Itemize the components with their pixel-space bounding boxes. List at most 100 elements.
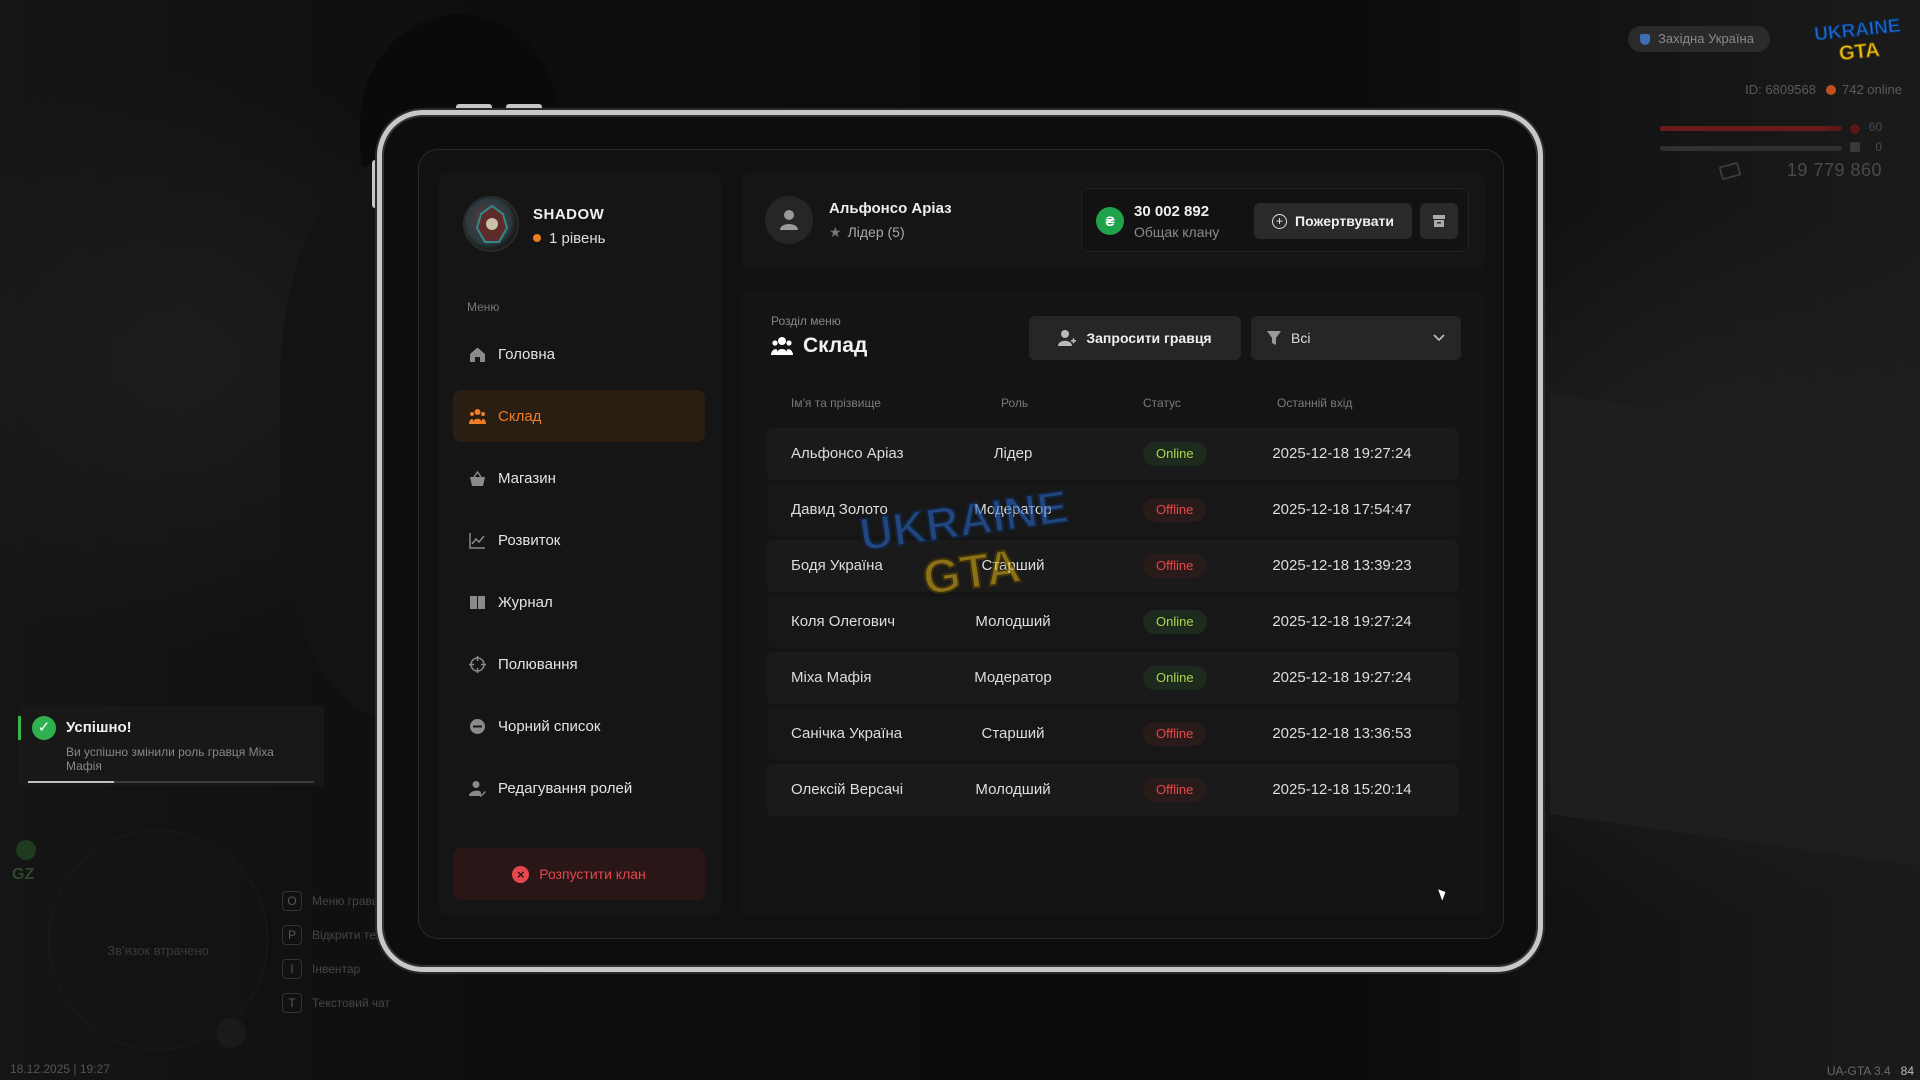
server-name: Західна Україна	[1658, 31, 1754, 46]
player-header: Альфонсо Аріаз ★ Лідер (5) ₴ 30 002 892 О…	[741, 172, 1485, 270]
version-label: UA-GTA 3.4 84	[1826, 1064, 1914, 1078]
member-name: Давид Золото	[791, 501, 888, 518]
table-row[interactable]: Альфонсо Аріаз Лідер Online 2025-12-18 19:2…	[767, 428, 1459, 480]
table-row[interactable]: Міха Мафія Модератор Online 2025-12-18 19:2…	[767, 652, 1459, 704]
member-role: Молодший	[975, 781, 1051, 798]
tablet-frame: SHADOW 1 рівень Меню Головна Склад Магазин…	[377, 110, 1543, 972]
status-badge: Online	[1143, 442, 1207, 466]
notification-title: Успішно!	[66, 719, 132, 736]
success-notification: ✓ Успішно! Ви успішно змінили роль гравц…	[18, 706, 324, 786]
clan-bank: ₴ 30 002 892 Общак клану + Пожертвувати	[1081, 188, 1469, 252]
sidebar-item-label: Головна	[498, 345, 555, 363]
plus-circle-icon: +	[1272, 213, 1288, 229]
money-amount: 19 779 860	[1786, 160, 1882, 180]
money-icon	[1718, 161, 1742, 181]
status-badge: Online	[1143, 666, 1207, 690]
table-row[interactable]: Бодя Україна Старший Offline 2025-12-18 13:…	[767, 540, 1459, 592]
member-name: Бодя Україна	[791, 557, 883, 574]
health-bar	[1660, 126, 1842, 131]
column-role: Роль	[1001, 396, 1029, 410]
table-row[interactable]: Санічка Україна Старший Offline 2025-12-18 …	[767, 708, 1459, 760]
armor-value: 0	[1875, 140, 1882, 154]
radar-status: Зв'язок втрачено	[107, 943, 209, 958]
health-value: 60	[1868, 120, 1882, 134]
member-role: Молодший	[975, 613, 1051, 630]
member-name: Альфонсо Аріаз	[791, 445, 904, 462]
level-dot-icon	[533, 234, 541, 242]
section-caption: Розділ меню	[771, 314, 841, 328]
sidebar-item-label: Розвиток	[498, 531, 561, 549]
svg-text:GTA: GTA	[1838, 39, 1881, 65]
blocked-icon	[470, 718, 485, 734]
sidebar-item-label: Чорний список	[498, 717, 601, 735]
gang-zone-icon	[16, 840, 36, 860]
sidebar-item-label: Полювання	[498, 655, 578, 673]
column-status: Статус	[1143, 396, 1181, 410]
key-badge: T	[282, 993, 302, 1013]
sidebar-item-book[interactable]: Журнал	[453, 576, 705, 628]
heart-icon	[1850, 124, 1860, 134]
hud-top-right: Західна Україна UKRAINE GTA ID: 6809568 7…	[1602, 15, 1902, 182]
sidebar: SHADOW 1 рівень Меню Головна Склад Магазин…	[439, 172, 721, 916]
archive-icon	[1433, 215, 1445, 227]
sidebar-item-label: Редагування ролей	[498, 779, 633, 797]
bank-caption: Общак клану	[1134, 224, 1220, 240]
disband-clan-button[interactable]: × Розпустити клан	[453, 848, 705, 900]
filter-icon	[1267, 331, 1281, 345]
column-last-login: Останній вхід	[1277, 396, 1353, 410]
hryvnia-icon: ₴	[1096, 207, 1124, 235]
sidebar-item-user-edit[interactable]: Редагування ролей	[453, 762, 705, 814]
members-panel: Розділ меню Склад Запросити гравця Всі І…	[741, 290, 1485, 916]
member-last-login: 2025-12-18 13:39:23	[1272, 557, 1412, 574]
table-row[interactable]: Давид Золото Модератор Offline 2025-12-18 1…	[767, 484, 1459, 536]
shortcut-hint: T Текстовий чат	[282, 986, 412, 1020]
menu-caption: Меню	[467, 300, 500, 314]
chevron-down-icon	[1433, 334, 1445, 342]
member-last-login: 2025-12-18 17:54:47	[1272, 501, 1412, 518]
sidebar-item-label: Склад	[498, 407, 542, 425]
table-row[interactable]: Коля Олегович Молодший Online 2025-12-18 19…	[767, 596, 1459, 648]
sidebar-item-members[interactable]: Склад	[453, 390, 705, 442]
sidebar-item-blocked[interactable]: Чорний список	[453, 700, 705, 752]
status-filter-select[interactable]: Всі	[1251, 316, 1461, 360]
invite-player-button[interactable]: Запросити гравця	[1029, 316, 1241, 360]
table-row[interactable]: Олексій Версачі Молодший Offline 2025-12-18…	[767, 764, 1459, 816]
check-icon: ✓	[32, 716, 56, 740]
member-role: Модератор	[974, 501, 1052, 518]
status-badge: Offline	[1143, 554, 1207, 578]
star-icon: ★	[829, 224, 842, 240]
key-badge: O	[282, 891, 302, 911]
sidebar-item-home[interactable]: Головна	[453, 328, 705, 380]
sidebar-item-chart[interactable]: Розвиток	[453, 514, 705, 566]
sidebar-item-label: Магазин	[498, 469, 556, 487]
tablet-screen: SHADOW 1 рівень Меню Головна Склад Магазин…	[418, 149, 1504, 939]
sidebar-item-basket[interactable]: Магазин	[453, 452, 705, 504]
user-plus-icon	[1058, 330, 1077, 346]
basket-icon	[470, 470, 485, 486]
member-role: Лідер	[993, 445, 1033, 462]
clan-info: SHADOW 1 рівень	[463, 196, 703, 256]
user-edit-icon	[469, 780, 486, 797]
player-id-online: ID: 6809568 742 online	[1745, 82, 1902, 97]
crosshair-icon	[469, 655, 486, 673]
clan-logo	[463, 196, 519, 252]
member-last-login: 2025-12-18 19:27:24	[1272, 445, 1412, 462]
member-role: Модератор	[974, 669, 1052, 686]
ukraine-gta-logo: UKRAINE GTA	[1814, 15, 1902, 66]
members-icon	[771, 337, 793, 355]
close-circle-icon: ×	[512, 865, 530, 883]
sidebar-item-label: Журнал	[498, 593, 553, 611]
key-badge: P	[282, 925, 302, 945]
status-badge: Offline	[1143, 778, 1207, 802]
member-name: Міха Мафія	[791, 669, 872, 686]
notification-progress	[28, 781, 314, 783]
online-icon	[1826, 85, 1836, 95]
member-last-login: 2025-12-18 13:36:53	[1272, 725, 1412, 742]
shortcut-label: Меню гравця	[312, 894, 386, 908]
shortcut-label: Інвентар	[312, 962, 361, 976]
sidebar-item-crosshair[interactable]: Полювання	[453, 638, 705, 690]
bank-history-button[interactable]	[1420, 203, 1458, 239]
member-name: Коля Олегович	[791, 613, 896, 630]
donate-button[interactable]: + Пожертвувати	[1254, 203, 1412, 239]
microphone-icon	[216, 1018, 246, 1048]
